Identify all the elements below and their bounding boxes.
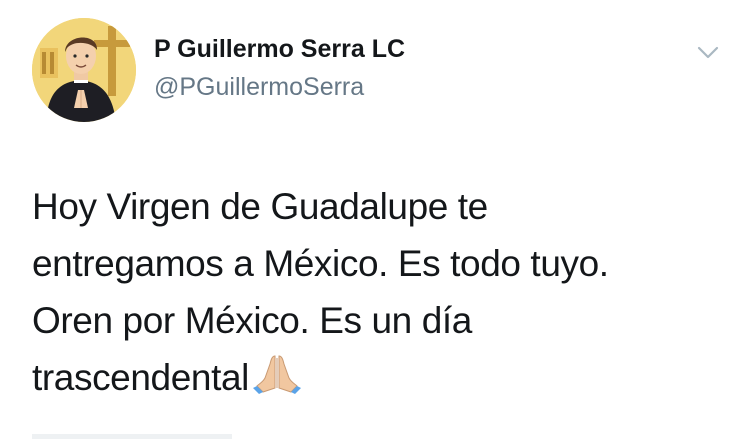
avatar[interactable] <box>32 18 136 122</box>
tweet-text-line: trascendental <box>32 357 249 398</box>
tweet-text-line: entregamos a México. Es todo tuyo. <box>32 243 609 284</box>
tweet-text-line: Hoy Virgen de Guadalupe te <box>32 186 488 227</box>
folded-hands-emoji-icon <box>252 353 301 394</box>
display-name[interactable]: P Guillermo Serra LC <box>154 32 634 66</box>
user-handle[interactable]: @PGuillermoSerra <box>154 70 634 104</box>
tweet-card: P Guillermo Serra LC @PGuillermoSerra Ho… <box>0 0 742 439</box>
priest-avatar-icon <box>32 18 136 122</box>
tweet-text: Hoy Virgen de Guadalupe te entregamos a … <box>32 178 722 406</box>
author-info: P Guillermo Serra LC @PGuillermoSerra <box>154 32 634 104</box>
divider <box>32 434 232 439</box>
tweet-text-line: Oren por México. Es un día <box>32 300 472 341</box>
tweet-text-last-line: trascendental <box>32 349 722 406</box>
tweet-menu-button[interactable] <box>690 38 726 68</box>
chevron-down-icon <box>697 46 719 59</box>
